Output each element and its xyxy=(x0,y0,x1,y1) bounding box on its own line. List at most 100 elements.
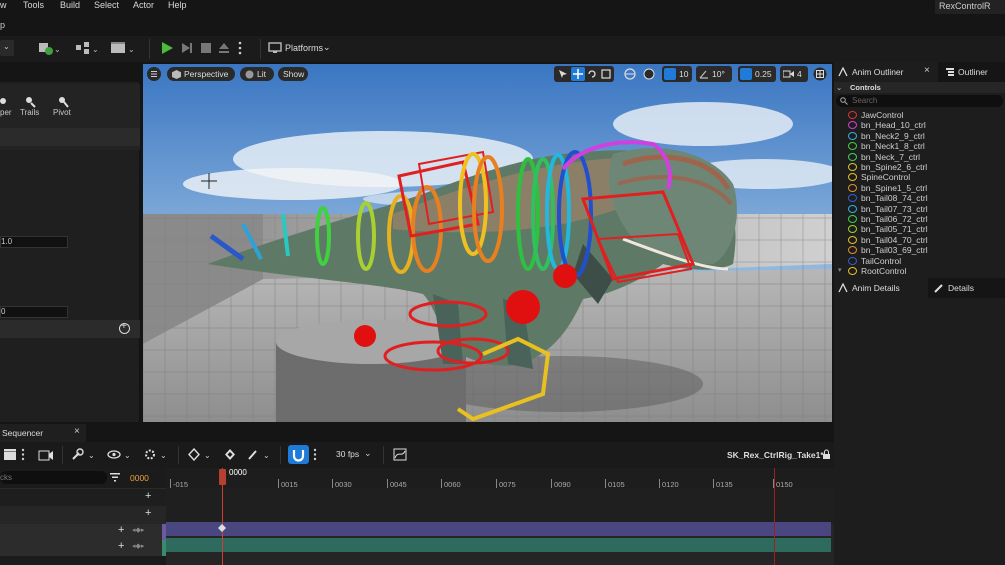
level-viewport[interactable]: Perspective Lit Show 10 10° 0.25 4 xyxy=(143,64,832,422)
outliner-item[interactable]: TailControl xyxy=(834,256,1005,267)
show-button[interactable]: Show xyxy=(278,67,308,81)
select-arrow-icon[interactable] xyxy=(558,69,568,79)
scale-icon[interactable] xyxy=(601,69,611,79)
expander-icon[interactable]: ▾ xyxy=(838,266,842,274)
playhead-handle[interactable] xyxy=(219,469,226,485)
add-icon[interactable]: + xyxy=(119,321,130,334)
scale-snap-toggle[interactable]: 0.25 xyxy=(738,66,776,82)
sequencer-timeline[interactable]: -015 0015 0030 0045 0060 0075 0090 0105 0120 0135… xyxy=(166,468,834,565)
outliner-item[interactable]: bn_Spine2_6_ctrl xyxy=(834,162,1005,173)
outliner-item[interactable]: bn_Neck1_8_ctrl xyxy=(834,141,1005,152)
auto-key-icon[interactable] xyxy=(223,448,237,461)
sequence-name[interactable]: SK_Rex_CtrlRig_Take1* xyxy=(727,450,824,460)
snap-magnet-icon[interactable] xyxy=(288,445,309,464)
chevron-down-icon[interactable]: ⌄ xyxy=(323,42,331,53)
grid-snap-toggle[interactable]: 10 xyxy=(662,66,692,82)
advance-frame-icon[interactable] xyxy=(180,41,194,58)
key-diamond-icon[interactable]: ⌄ xyxy=(188,448,214,461)
perspective-button[interactable]: Perspective xyxy=(167,67,235,81)
tab-details[interactable]: Details xyxy=(930,278,1005,298)
tab-outliner[interactable]: Outliner xyxy=(940,62,1005,82)
tab-sequencer[interactable]: Sequencer × xyxy=(0,424,86,442)
add-icon[interactable]: + xyxy=(145,507,151,519)
pivot-tool[interactable]: Pivot xyxy=(53,108,71,117)
platforms-icon[interactable] xyxy=(268,42,282,57)
menu-select[interactable]: Select xyxy=(94,0,119,10)
menu-actor[interactable]: Actor xyxy=(133,0,154,10)
rotate-icon[interactable] xyxy=(587,69,597,79)
outliner-item[interactable]: bn_Tail06_72_ctrl xyxy=(834,214,1005,225)
current-frame[interactable]: 0000 xyxy=(130,473,149,483)
outliner-item[interactable]: ▾ RootControl xyxy=(834,266,1005,277)
world-globe-icon[interactable] xyxy=(624,68,636,80)
camera-speed-button[interactable]: 4 xyxy=(780,66,808,82)
translate-icon[interactable] xyxy=(571,67,585,81)
tab-anim-outliner[interactable]: Anim Outliner × xyxy=(834,62,938,82)
platforms-button[interactable]: Platforms xyxy=(285,43,323,53)
value-field-1[interactable]: 1.0 xyxy=(0,236,68,248)
more-options-icon[interactable] xyxy=(21,448,25,461)
track-row[interactable]: + ◂◆▸ xyxy=(0,540,166,556)
outliner-item[interactable]: bn_Tail05_71_ctrl xyxy=(834,224,1005,235)
lit-button[interactable]: Lit xyxy=(240,67,274,81)
clapper-icon[interactable] xyxy=(3,448,17,461)
tool-label[interactable]: per xyxy=(0,108,12,117)
outliner-search-input[interactable]: Search xyxy=(836,95,1003,107)
outliner-item[interactable]: SpineControl xyxy=(834,172,1005,183)
add-icon[interactable]: + xyxy=(145,490,151,502)
menu-help[interactable]: Help xyxy=(168,0,187,10)
outliner-item[interactable]: bn_Spine1_5_ctrl xyxy=(834,183,1005,194)
rotation-snap-toggle[interactable]: 10° xyxy=(696,66,732,82)
outliner-item[interactable]: bn_Tail08_74_ctrl xyxy=(834,193,1005,204)
close-icon[interactable]: × xyxy=(924,65,930,76)
key-nav-icon[interactable]: ◂◆▸ xyxy=(132,542,144,550)
outliner-item[interactable]: bn_Tail07_73_ctrl xyxy=(834,204,1005,215)
brush-icon[interactable]: ⌄ xyxy=(247,448,273,461)
blueprint-icon[interactable]: ⌄ xyxy=(75,41,99,58)
close-icon[interactable]: × xyxy=(74,426,80,437)
chevron-down-icon[interactable]: ⌄ xyxy=(364,448,372,459)
outliner-item[interactable]: bn_Tail04_70_ctrl xyxy=(834,235,1005,246)
keyframe-icon[interactable] xyxy=(218,524,226,532)
cinematics-icon[interactable]: ⌄ xyxy=(110,41,136,58)
control-rig-section[interactable] xyxy=(166,538,831,552)
add-actor-icon[interactable]: ⌄ xyxy=(38,41,61,58)
wrench-icon[interactable]: ⌄ xyxy=(71,448,97,461)
lock-icon[interactable] xyxy=(822,449,831,460)
value-field-2[interactable]: 0 xyxy=(0,306,68,318)
add-icon[interactable]: + xyxy=(118,540,124,552)
snap-options-icon[interactable] xyxy=(313,448,317,461)
outliner-item[interactable]: bn_Neck2_9_ctrl xyxy=(834,131,1005,142)
outliner-item[interactable]: JawControl xyxy=(834,110,1005,121)
add-icon[interactable]: + xyxy=(118,524,124,536)
frame-rate-dropdown[interactable]: 30 fps xyxy=(336,449,359,459)
menu-window[interactable]: w xyxy=(0,0,7,10)
more-options-icon[interactable] xyxy=(237,41,243,58)
outliner-item[interactable]: bn_Head_10_ctrl xyxy=(834,120,1005,131)
filter-icon[interactable] xyxy=(110,473,120,482)
layout-grid-icon[interactable] xyxy=(813,67,827,81)
eject-icon[interactable] xyxy=(217,41,231,58)
eye-icon[interactable]: ⌄ xyxy=(107,448,133,461)
stop-icon[interactable] xyxy=(199,41,213,58)
tab-anim-details[interactable]: Anim Details xyxy=(834,278,928,298)
outliner-item[interactable]: bn_Neck_7_ctrl xyxy=(834,152,1005,163)
render-icon[interactable] xyxy=(38,448,54,461)
surface-snap-icon[interactable] xyxy=(643,68,655,80)
level-tab[interactable]: p xyxy=(0,20,5,30)
play-icon[interactable] xyxy=(160,41,174,58)
track-search-input[interactable]: cks xyxy=(0,471,107,484)
track-row[interactable]: + ◂◆▸ xyxy=(0,524,166,540)
viewport-menu-icon[interactable] xyxy=(147,67,161,81)
track-row[interactable]: + xyxy=(0,506,166,524)
menu-build[interactable]: Build xyxy=(60,0,80,10)
mode-dropdown[interactable]: ⌄ xyxy=(0,40,14,56)
settings-icon[interactable]: ⌄ xyxy=(143,448,169,461)
trails-tool[interactable]: Trails xyxy=(20,108,39,117)
curve-editor-icon[interactable] xyxy=(393,448,407,461)
chevron-down-icon[interactable]: ⌄ xyxy=(836,83,842,92)
menu-tools[interactable]: Tools xyxy=(23,0,44,10)
key-nav-icon[interactable]: ◂◆▸ xyxy=(132,526,144,534)
end-marker[interactable] xyxy=(774,468,775,565)
animation-section[interactable] xyxy=(166,522,831,536)
